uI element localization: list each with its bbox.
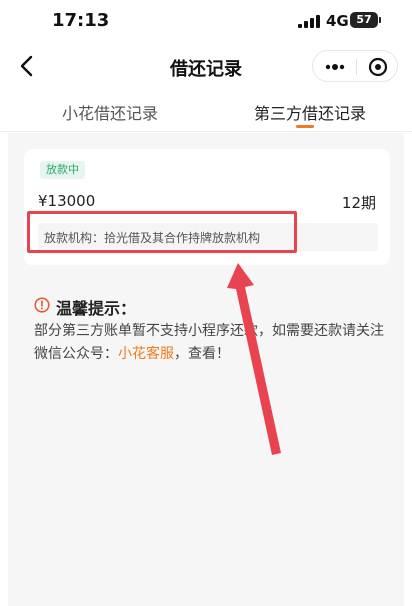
annotation-highlight-box <box>27 211 297 253</box>
customer-service-link[interactable]: 小花客服 <box>118 346 174 362</box>
tips-title: 温馨提示： <box>56 299 137 318</box>
warning-icon <box>34 297 50 313</box>
tab-xiaohua-records[interactable]: 小花借还记录 <box>62 100 158 124</box>
more-dots-icon <box>325 64 345 70</box>
loan-amount: ¥13000 <box>38 192 96 210</box>
tips-text: 部分第三方账单暂不支持小程序还款，如需要还款请关注微信公众号：小花客服，查看！ <box>34 320 384 366</box>
capsule-divider <box>356 59 357 75</box>
nav-bar: 借还记录 <box>0 42 412 90</box>
status-badge: 放款中 <box>40 161 85 179</box>
target-circle-icon <box>368 57 388 77</box>
record-tabs: 小花借还记录 第三方借还记录 <box>0 90 412 132</box>
tips-text-after: ，查看！ <box>174 346 230 362</box>
screen: 17:13 4G 57 借还记录 小花借还记录 第三方借还记录 放款中 ¥130… <box>0 0 412 606</box>
battery-icon: 57 <box>350 12 381 28</box>
loan-periods: 12期 <box>341 194 376 212</box>
content-area: 放款中 ¥13000 12期 放款机构：拾光借及其合作持牌放款机构 温馨提示： … <box>8 133 404 606</box>
active-tab-indicator <box>296 125 314 128</box>
network-label: 4G <box>326 12 349 30</box>
tab-third-party-records[interactable]: 第三方借还记录 <box>254 100 366 124</box>
tips-section: 温馨提示： 部分第三方账单暂不支持小程序还款，如需要还款请关注微信公众号：小花客… <box>34 295 384 366</box>
mini-program-capsule <box>312 50 398 82</box>
close-mini-program-button[interactable] <box>363 54 393 80</box>
status-bar: 17:13 4G 57 <box>0 0 412 42</box>
signal-icon <box>298 15 320 28</box>
status-time: 17:13 <box>52 10 110 31</box>
more-button[interactable] <box>319 55 351 79</box>
tips-title-row: 温馨提示： <box>34 295 384 319</box>
